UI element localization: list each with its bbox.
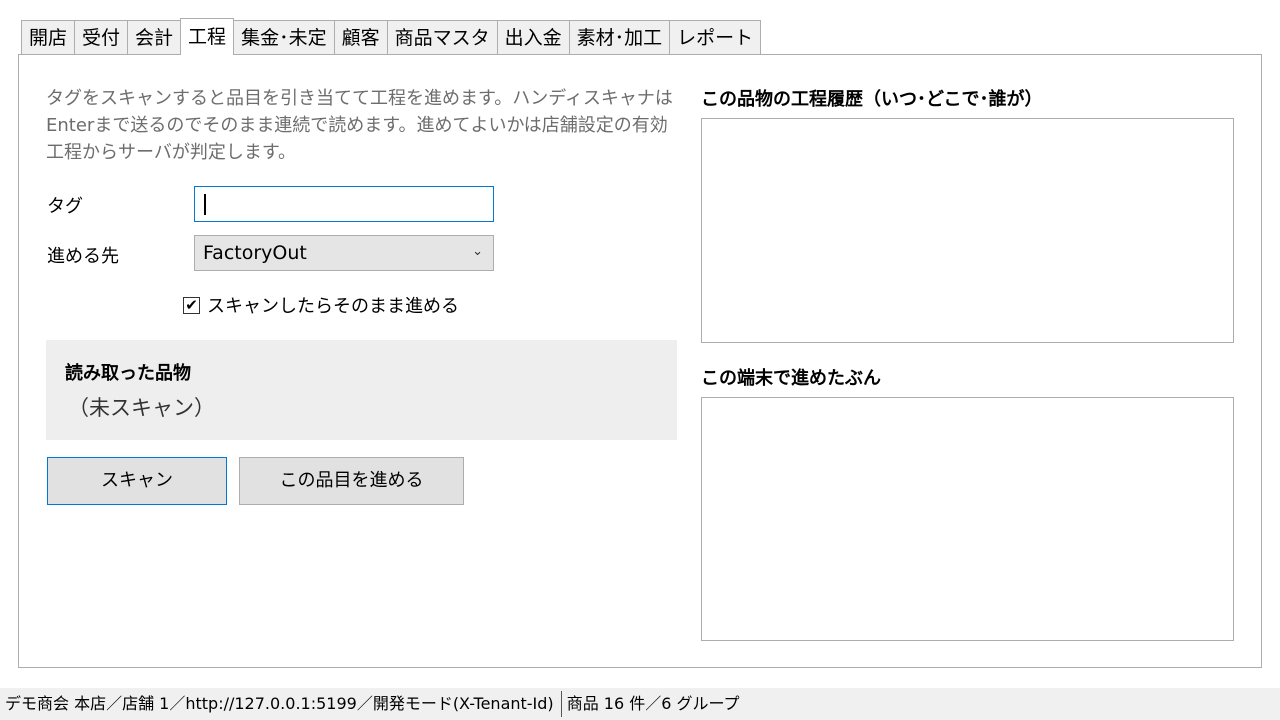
tab-report[interactable]: レポート (669, 20, 762, 54)
scanned-item-title: 読み取った品物 (65, 363, 191, 384)
chevron-down-icon: ⌄ (472, 244, 483, 259)
history-list[interactable] (701, 118, 1234, 343)
auto-advance-checkbox[interactable]: ✔ (183, 295, 200, 314)
tab-checkout[interactable]: 会計 (127, 20, 182, 54)
tab-materials[interactable]: 素材･加工 (568, 20, 671, 54)
tab-process[interactable]: 工程 (180, 18, 235, 55)
text-caret (204, 194, 206, 215)
scanned-item-value: （未スキャン） (68, 396, 215, 420)
terminal-title: この端末で進めたぶん (701, 368, 881, 389)
auto-advance-option[interactable]: ✔ スキャンしたらそのまま進める (183, 292, 459, 318)
destination-label: 進める先 (47, 246, 119, 267)
status-bar: デモ商会 本店／店舗 1／http://127.0.0.1:5199／開発モード… (0, 688, 1280, 720)
auto-advance-label: スキャンしたらそのまま進める (207, 296, 459, 317)
tab-product-master[interactable]: 商品マスタ (386, 20, 498, 54)
tab-collection[interactable]: 集金･未定 (233, 20, 335, 54)
tag-input[interactable] (194, 186, 494, 222)
terminal-list[interactable] (701, 397, 1234, 641)
product-count: 商品 16 件／6 グループ (566, 694, 740, 713)
destination-value: FactoryOut (203, 242, 307, 264)
tag-label: タグ (47, 196, 83, 217)
process-panel: タグをスキャンすると品目を引き当てて工程を進めます。ハンディスキャナは Ente… (18, 54, 1262, 668)
tab-strip: 開店 受付 会計 工程 集金･未定 顧客 商品マスタ 出入金 素材･加工 レポー… (21, 18, 762, 55)
description-text: タグをスキャンすると品目を引き当てて工程を進めます。ハンディスキャナは Ente… (46, 88, 673, 163)
tab-cash-in-out[interactable]: 出入金 (496, 20, 570, 54)
tab-customers[interactable]: 顧客 (333, 20, 388, 54)
scan-button[interactable]: スキャン (47, 457, 227, 505)
connection-status: デモ商会 本店／店舗 1／http://127.0.0.1:5199／開発モード… (5, 694, 554, 713)
tab-open-store[interactable]: 開店 (21, 20, 76, 54)
scanned-item-box: 読み取った品物 （未スキャン） (46, 340, 677, 440)
history-title: この品物の工程履歴（いつ･どこで･誰が） (701, 89, 1043, 110)
tab-reception[interactable]: 受付 (74, 20, 129, 54)
checkmark-icon: ✔ (185, 295, 198, 314)
destination-select[interactable]: FactoryOut ⌄ (194, 235, 494, 271)
advance-button[interactable]: この品目を進める (239, 457, 464, 505)
